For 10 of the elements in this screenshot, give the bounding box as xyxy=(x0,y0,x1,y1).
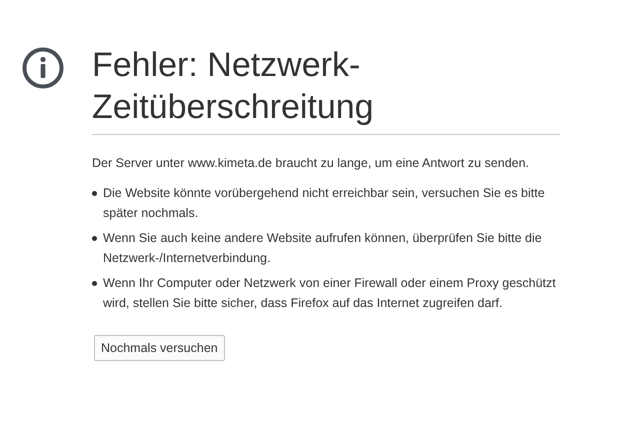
suggestion-text: Wenn Ihr Computer oder Netzwerk von einer Firewall oder einem Proxy geschützt wird, stellen Sie bitte sicher, dass Firefox auf das Internet zugreifen darf. xyxy=(103,275,557,312)
bullet-icon xyxy=(92,191,97,196)
bullet-icon xyxy=(92,236,97,241)
retry-button[interactable]: Nochmals versuchen xyxy=(94,335,225,361)
bullet-icon xyxy=(92,281,97,286)
suggestion-text: Wenn Sie auch keine andere Website aufrufen können, überprüfen Sie bitte die Netzwerk-/Internetverbindung. xyxy=(103,230,543,267)
info-icon xyxy=(22,47,64,89)
error-description: Der Server unter www.kimeta.de braucht zu lange, um eine Antwort zu senden. xyxy=(92,155,530,172)
error-title: Fehler: Netzwerk-Zeitüberschreitung xyxy=(92,44,560,135)
suggestion-text: Die Website könnte vorübergehend nicht erreichbar sein, versuchen Sie es bitte später nochmals. xyxy=(103,185,546,222)
